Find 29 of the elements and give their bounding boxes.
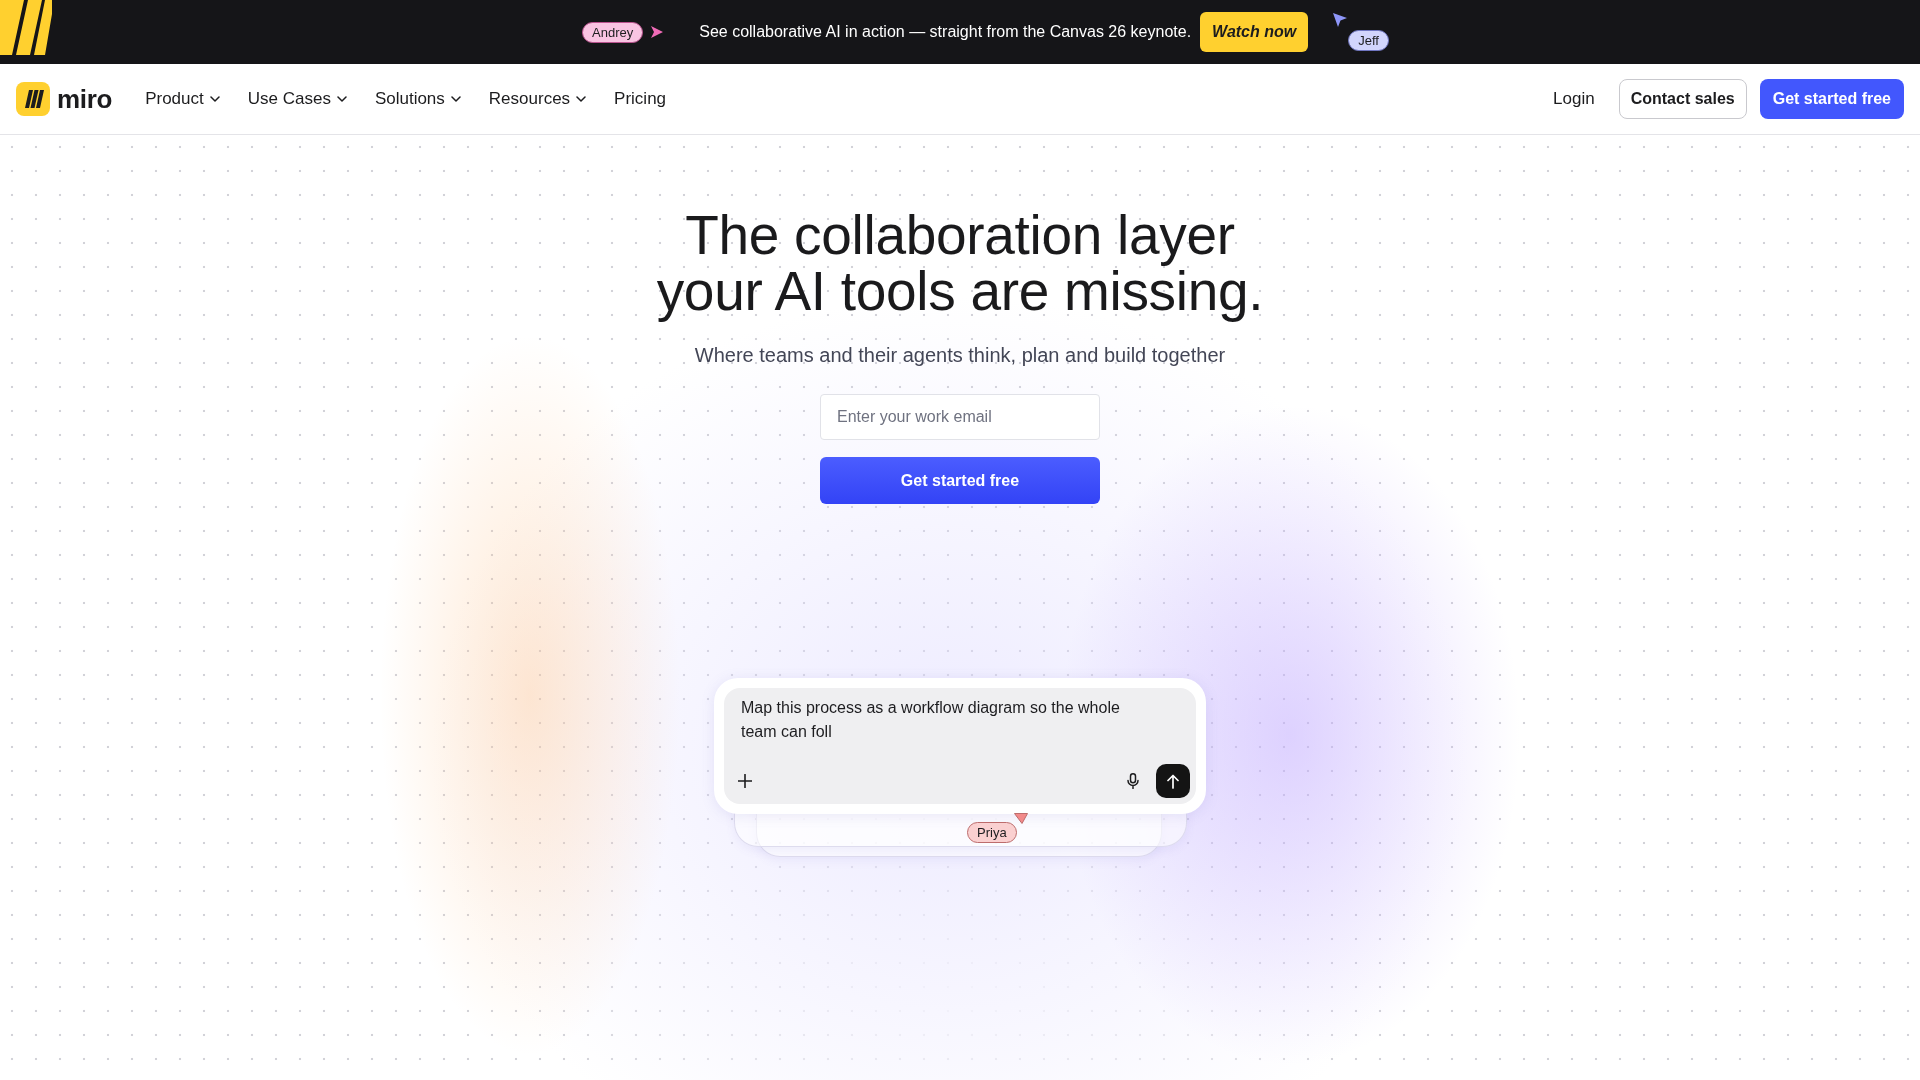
cursor-name-label: Priya [967,822,1017,843]
logo-icon [16,82,50,116]
nav-link[interactable]: Pricing [614,89,667,109]
send-button[interactable] [1156,764,1190,798]
announcement-text: See collaborative AI in action — straight from the Canvas 26 keynote. [699,23,1192,41]
cursor-name-label: Andrey [582,21,644,43]
prompt-text: Map this process as a workflow diagram so the whole team can foll [741,698,1121,742]
chevron-down-icon [336,96,347,102]
get-started-button[interactable]: Get started free [820,457,1100,504]
plus-icon [738,774,752,788]
nav-dropdown-button[interactable]: Product [145,89,220,109]
prompt-input-field[interactable]: Map this process as a workflow diagram so the whole team can foll [724,688,1196,804]
login-link[interactable]: Login [1553,89,1595,109]
watch-now-button[interactable]: Watch now [1200,12,1309,52]
nav-dropdown-button[interactable]: Solutions [374,89,461,109]
email-input[interactable]: Enter your work email [820,394,1100,440]
get-started-button[interactable]: Get started free [1759,79,1904,119]
nav-dropdown-button[interactable]: Resources [488,89,587,109]
microphone-icon [1127,773,1139,789]
chevron-down-icon [576,96,587,102]
cursor-name-label: Jeff [1348,30,1389,51]
arrow-up-icon [1167,773,1179,789]
home-link[interactable]: miro [16,82,113,116]
contact-sales-button[interactable]: Contact sales [1618,79,1747,119]
chevron-down-icon [209,96,220,102]
slanted-stripes-icon [0,0,52,55]
nav-dropdown-button[interactable]: Use Cases [247,89,347,109]
hero-subheading: Where teams and their agents think, plan and build together [694,343,1226,368]
chevron-down-icon [450,96,461,102]
